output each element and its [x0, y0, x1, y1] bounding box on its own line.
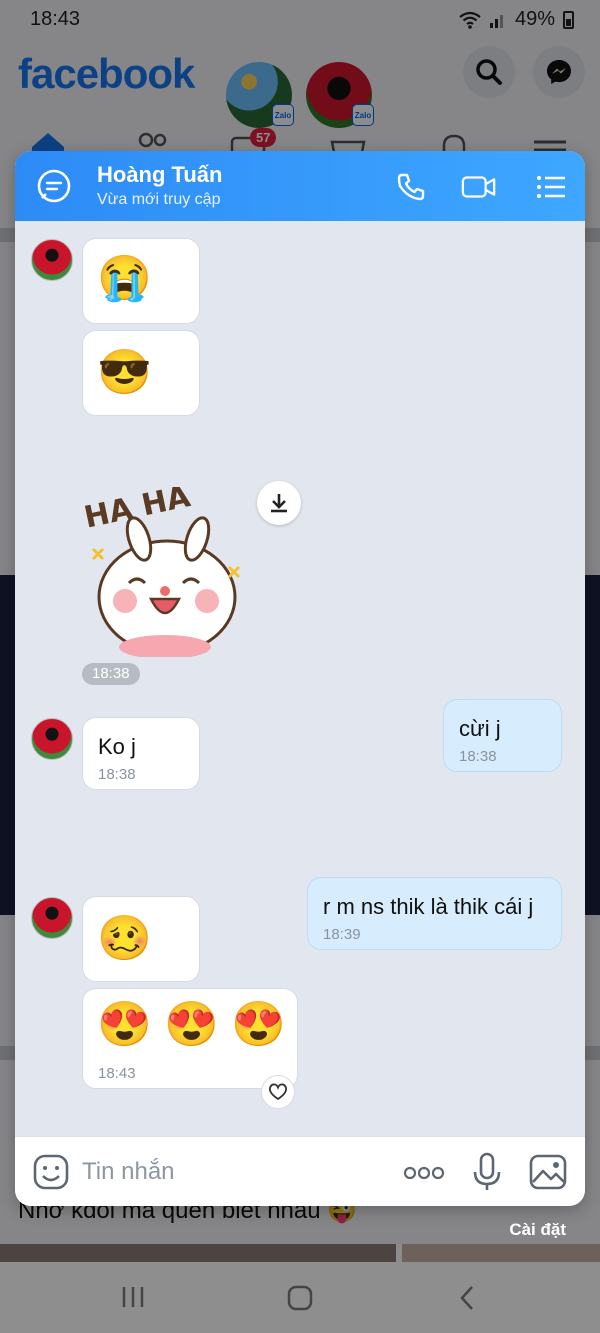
download-icon: [271, 494, 287, 513]
message-input[interactable]: [82, 1155, 382, 1189]
message-text: r m ns thik là thik cái j: [323, 894, 534, 919]
message-time: 18:38: [459, 748, 497, 765]
home-nav-icon[interactable]: [286, 1284, 314, 1312]
contact-status: Vừa mới truy cập: [97, 191, 221, 208]
call-button[interactable]: [393, 169, 429, 205]
timestamp-pill: 18:38: [82, 663, 140, 685]
more-icon[interactable]: [403, 1163, 445, 1183]
android-nav-bar: [0, 1262, 600, 1333]
phone-icon: [397, 173, 425, 201]
recent-apps-icon[interactable]: [118, 1284, 148, 1310]
message-emoji: 😭: [97, 254, 152, 303]
list-icon: [537, 176, 565, 198]
ha-ha-sticker[interactable]: HA HA: [79, 487, 249, 657]
message-time: 18:39: [323, 926, 361, 943]
message-bubble[interactable]: 😎: [82, 330, 200, 416]
contact-name[interactable]: Hoàng Tuấn: [97, 162, 222, 188]
react-button[interactable]: [261, 1075, 295, 1109]
settings-link[interactable]: Cài đặt: [509, 1220, 566, 1240]
chat-window: Hoàng Tuấn Vừa mới truy cập 😭 😎 HA HA 18…: [15, 151, 585, 1206]
chat-bubble-icon[interactable]: [35, 167, 73, 205]
back-icon[interactable]: [456, 1284, 480, 1312]
message-emoji: 😎: [97, 348, 152, 397]
message-list[interactable]: 😭 😎 HA HA 18:38 cừi j 18:38 Ko j 18:38 r…: [15, 221, 585, 1136]
avatar[interactable]: [31, 897, 73, 939]
message-text: Ko j: [98, 734, 136, 759]
chat-header: Hoàng Tuấn Vừa mới truy cập: [15, 151, 585, 221]
message-emoji: 🥴: [97, 914, 152, 963]
avatar[interactable]: [31, 239, 73, 281]
message-time: 18:43: [98, 1065, 136, 1082]
video-call-button[interactable]: [461, 169, 497, 205]
message-bubble[interactable]: 🥴: [82, 896, 200, 982]
message-bubble[interactable]: 😍 😍 😍 18:43: [82, 988, 298, 1089]
message-emoji: 😍 😍 😍: [97, 1000, 286, 1049]
heart-icon: [269, 1083, 287, 1101]
message-bubble[interactable]: Ko j 18:38: [82, 717, 200, 790]
download-button[interactable]: [257, 481, 301, 525]
message-text: cừi j: [459, 716, 501, 741]
mic-icon[interactable]: [471, 1152, 503, 1192]
sticker-icon[interactable]: [33, 1154, 69, 1190]
video-icon: [461, 176, 496, 198]
image-icon[interactable]: [529, 1154, 567, 1190]
message-bubble-sent[interactable]: cừi j 18:38: [443, 699, 562, 772]
options-button[interactable]: [533, 169, 569, 205]
message-bubble[interactable]: 😭: [82, 238, 200, 324]
message-bubble-sent[interactable]: r m ns thik là thik cái j 18:39: [307, 877, 562, 950]
message-time: 18:38: [98, 766, 136, 783]
message-composer: [15, 1136, 585, 1206]
avatar[interactable]: [31, 718, 73, 760]
